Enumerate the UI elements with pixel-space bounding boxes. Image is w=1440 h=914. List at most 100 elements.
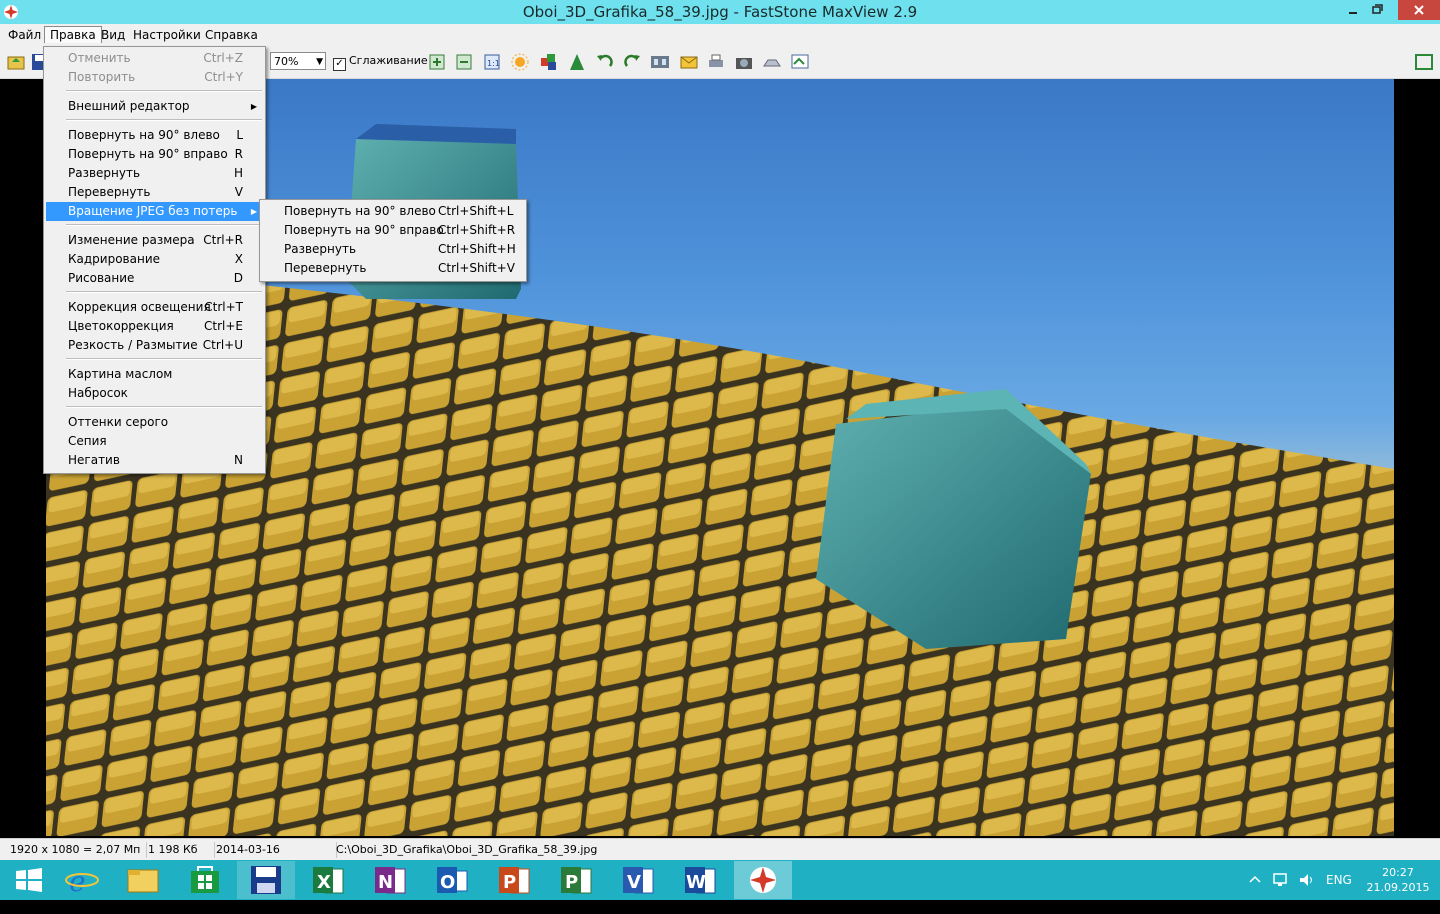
svg-text:V: V (627, 872, 641, 893)
menu-sharpen-blur[interactable]: Резкость / Размытие Ctrl+U (46, 336, 263, 355)
svg-text:1:1: 1:1 (487, 59, 500, 68)
menu-draw[interactable]: Рисование D (46, 269, 263, 288)
menu-edit[interactable]: Правка (44, 26, 102, 43)
scanner-icon[interactable] (762, 52, 782, 72)
menu-file[interactable]: Файл (3, 27, 46, 43)
edit-menu: Отменить Ctrl+Z Повторить Ctrl+Y Внешний р… (43, 46, 266, 474)
windows-logo-icon (16, 868, 42, 892)
menu-external-editor[interactable]: Внешний редактор ▶ (46, 97, 263, 116)
project-icon[interactable]: P (547, 861, 605, 899)
language-indicator[interactable]: ENG (1326, 873, 1352, 913)
smoothing-checkbox[interactable]: ✓ Сглаживание (333, 54, 428, 71)
status-dimensions: 1920 x 1080 = 2,07 Мп (6, 842, 147, 858)
floppy-save-icon[interactable] (237, 861, 295, 899)
file-explorer-icon[interactable] (114, 861, 172, 899)
print-icon[interactable] (706, 52, 726, 72)
menu-crop[interactable]: Кадрирование X (46, 250, 263, 269)
actual-size-icon[interactable]: 1:1 (483, 52, 503, 72)
menu-separator (66, 90, 262, 92)
menu-separator (66, 224, 262, 226)
clock[interactable]: 20:27 21.09.2015 (1366, 865, 1430, 905)
menu-help[interactable]: Справка (200, 27, 263, 43)
internet-explorer-icon[interactable]: e (53, 861, 111, 899)
clock-date: 21.09.2015 (1366, 881, 1430, 894)
word-icon[interactable]: W (671, 861, 729, 899)
brightness-icon[interactable] (510, 52, 530, 72)
onenote-icon[interactable]: N (361, 861, 419, 899)
zoom-in-icon[interactable] (428, 52, 448, 72)
menu-separator (66, 119, 262, 121)
fullscreen-icon[interactable] (1413, 52, 1435, 72)
menu-separator (66, 358, 262, 360)
status-path: C:\Oboi_3D_Grafika\Oboi_3D_Grafika_58_39… (336, 843, 598, 856)
open-folder-icon[interactable] (6, 52, 26, 72)
menu-negative[interactable]: Негатив N (46, 451, 263, 470)
wallpaper-icon[interactable] (790, 52, 810, 72)
email-icon[interactable] (679, 52, 699, 72)
menu-sepia[interactable]: Сепия (46, 432, 263, 451)
close-icon (1414, 5, 1424, 15)
powerpoint-icon[interactable]: P (485, 861, 543, 899)
menu-view[interactable]: Вид (96, 27, 130, 43)
color-icon[interactable] (539, 52, 559, 72)
network-icon[interactable] (1272, 872, 1290, 912)
menu-grayscale[interactable]: Оттенки серого (46, 413, 263, 432)
zoom-out-icon[interactable] (455, 52, 475, 72)
close-button[interactable] (1398, 0, 1440, 20)
volume-icon[interactable] (1298, 872, 1316, 912)
menu-oil-painting[interactable]: Картина маслом (46, 365, 263, 384)
svg-text:W: W (686, 872, 706, 893)
rotate-right-icon[interactable] (622, 52, 642, 72)
menu-undo[interactable]: Отменить Ctrl+Z (46, 49, 263, 68)
svg-text:X: X (317, 872, 331, 893)
menu-lossless-jpeg-rotation[interactable]: Вращение JPEG без потерь ▶ (46, 202, 263, 221)
menu-separator (66, 406, 262, 408)
minimize-icon (1349, 12, 1357, 14)
restore-icon (1372, 4, 1383, 14)
svg-text:N: N (378, 872, 393, 893)
taskbar: e X N O P P V W ENG 20:27 21.09.2015 (0, 860, 1440, 900)
menu-resize[interactable]: Изменение размера Ctrl+R (46, 231, 263, 250)
outlook-icon[interactable]: O (423, 861, 481, 899)
minimize-button[interactable] (1340, 0, 1366, 20)
status-datetime: 2014-03-16 13:57:22 (212, 842, 337, 872)
restore-button[interactable] (1366, 0, 1390, 20)
faststone-maxview-icon[interactable] (734, 861, 792, 899)
menu-redo[interactable]: Повторить Ctrl+Y (46, 68, 263, 87)
menu-flip-horizontal[interactable]: Развернуть H (46, 164, 263, 183)
submenu-flip-horizontal[interactable]: Развернуть Ctrl+Shift+H (262, 240, 524, 259)
menu-color-correction[interactable]: Цветокоррекция Ctrl+E (46, 317, 263, 336)
store-icon[interactable] (176, 861, 234, 899)
svg-text:e: e (69, 865, 86, 898)
rotate-left-icon[interactable] (595, 52, 615, 72)
zoom-value: 70% (274, 55, 299, 68)
submenu-rotate-right[interactable]: Повернуть на 90° вправо Ctrl+Shift+R (262, 221, 524, 240)
status-filesize: 1 198 Кб (144, 842, 215, 858)
smoothing-label: Сглаживание (349, 54, 428, 67)
checkbox-icon: ✓ (333, 58, 346, 71)
zoom-select[interactable]: 70% ▼ (270, 52, 326, 70)
submenu-arrow-icon: ▶ (250, 207, 257, 216)
filmstrip-icon[interactable] (650, 52, 670, 72)
menu-settings[interactable]: Настройки (128, 27, 206, 43)
svg-text:P: P (503, 872, 516, 893)
show-hidden-icons-icon[interactable] (1248, 874, 1262, 914)
window-title: Oboi_3D_Grafika_58_39.jpg - FastStone Ma… (522, 3, 918, 21)
menu-lighting[interactable]: Коррекция освещения Ctrl+T (46, 298, 263, 317)
menu-flip-vertical[interactable]: Перевернуть V (46, 183, 263, 202)
status-bar: 1920 x 1080 = 2,07 Мп 1 198 Кб 2014-03-1… (0, 838, 1440, 872)
clock-time: 20:27 (1382, 866, 1414, 879)
camera-icon[interactable] (734, 52, 754, 72)
menu-rotate-right[interactable]: Повернуть на 90° вправо R (46, 145, 263, 164)
start-button[interactable] (0, 861, 58, 899)
submenu-rotate-left[interactable]: Повернуть на 90° влево Ctrl+Shift+L (262, 202, 524, 221)
submenu-flip-vertical[interactable]: Перевернуть Ctrl+Shift+V (262, 259, 524, 278)
menu-rotate-left[interactable]: Повернуть на 90° влево L (46, 126, 263, 145)
menu-bar: Файл Правка Вид Настройки Справка (0, 24, 1440, 46)
sharpen-icon[interactable] (567, 52, 587, 72)
menu-sketch[interactable]: Набросок (46, 384, 263, 403)
excel-icon[interactable]: X (299, 861, 357, 899)
submenu-arrow-icon: ▶ (250, 102, 257, 111)
svg-text:O: O (440, 872, 455, 893)
visio-icon[interactable]: V (609, 861, 667, 899)
